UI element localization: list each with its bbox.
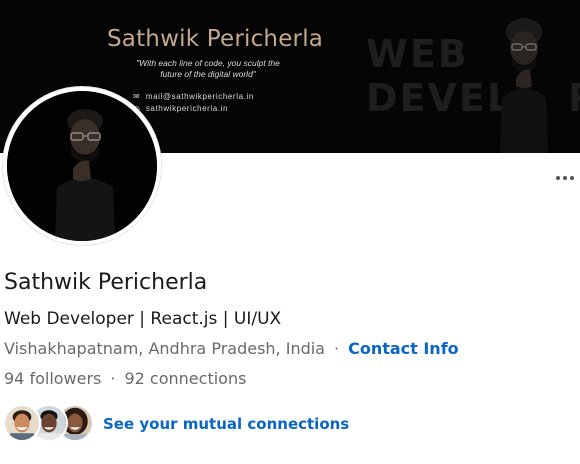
location-row: Vishakhapatnam, Andhra Pradesh, India · Co… bbox=[4, 339, 459, 358]
see-mutual-connections-link[interactable]: See your mutual connections bbox=[103, 415, 349, 433]
separator-dot: · bbox=[333, 339, 340, 358]
envelope-icon: ✉ bbox=[133, 92, 141, 101]
banner-email-text: mail@sathwikpericherla.in bbox=[145, 92, 254, 101]
banner-big-text-r: R bbox=[568, 76, 580, 120]
banner-quote-line1: "With each line of code, you sculpt the bbox=[136, 58, 280, 68]
avatar-portrait bbox=[7, 91, 157, 241]
mutual-avatars bbox=[3, 404, 95, 444]
separator-dot: · bbox=[110, 369, 116, 388]
more-options-icon-dot bbox=[555, 176, 560, 180]
profile-headline: Web Developer | React.js | UI/UX bbox=[4, 309, 282, 329]
banner-quote-line2: future of the digital world" bbox=[160, 69, 256, 79]
profile-name: Sathwik Pericherla bbox=[4, 270, 208, 295]
more-options-button[interactable] bbox=[549, 164, 580, 192]
more-options-icon-dot bbox=[569, 176, 574, 180]
banner-website: ◎ sathwikpericherla.in bbox=[133, 104, 228, 113]
banner-website-text: sathwikpericherla.in bbox=[145, 104, 229, 113]
banner-quote: "With each line of code, you sculpt the … bbox=[118, 58, 298, 80]
profile-location: Vishakhapatnam, Andhra Pradesh, India bbox=[4, 339, 325, 358]
banner-big-text-web: WEB bbox=[366, 32, 469, 76]
contact-info-link[interactable]: Contact Info bbox=[348, 339, 459, 358]
banner-portrait-figure bbox=[500, 18, 548, 153]
mutual-connections[interactable]: See your mutual connections bbox=[3, 404, 349, 444]
connections-count[interactable]: 92 connections bbox=[124, 369, 246, 388]
network-stats-row: 94 followers · 92 connections bbox=[4, 369, 246, 388]
banner-email: ✉ mail@sathwikpericherla.in bbox=[133, 92, 254, 101]
mutual-avatar bbox=[3, 404, 41, 442]
banner-name: Sathwik Pericherla bbox=[107, 26, 324, 52]
profile-avatar[interactable] bbox=[3, 87, 161, 245]
more-options-icon-dot bbox=[562, 176, 567, 180]
followers-count[interactable]: 94 followers bbox=[4, 369, 101, 388]
